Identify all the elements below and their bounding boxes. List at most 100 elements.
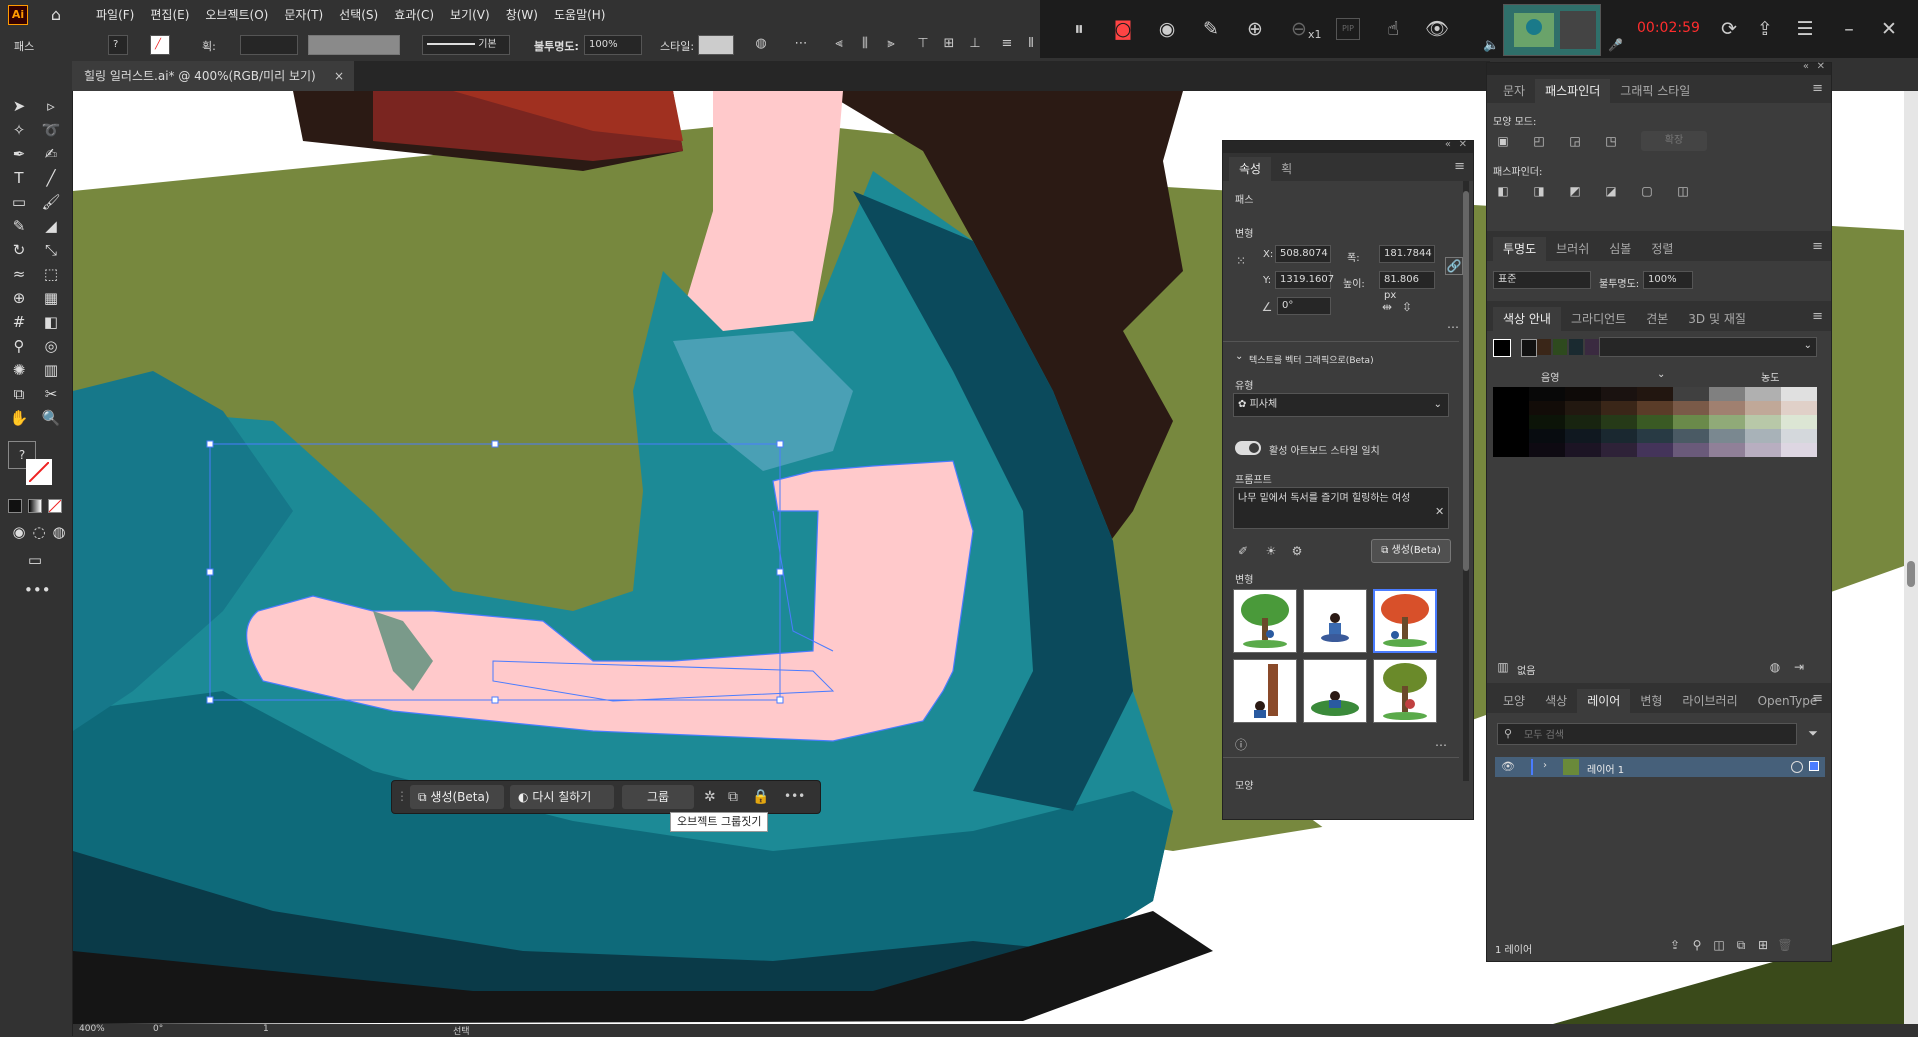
pause-icon[interactable]: ⏸: [1066, 16, 1092, 42]
harmony-swatch[interactable]: [1585, 339, 1599, 355]
prompt-field[interactable]: 나무 밑에서 독서를 즐기며 힐링하는 여성: [1233, 487, 1449, 529]
artboard-tool-icon[interactable]: ⧉: [8, 383, 30, 405]
tab-pathfinder[interactable]: 패스파인더: [1535, 79, 1611, 103]
align-left-icon[interactable]: ⫷: [832, 37, 846, 51]
home-icon[interactable]: ⌂: [46, 5, 66, 25]
tab-swatches[interactable]: 견본: [1636, 307, 1678, 331]
variation-thumbnail[interactable]: [1303, 589, 1367, 653]
menu-effect[interactable]: 효과(C): [386, 6, 442, 23]
align-to-icon[interactable]: ⋯: [794, 37, 808, 51]
camera-icon[interactable]: ◉: [1154, 16, 1180, 42]
collapse-icon[interactable]: «: [1445, 139, 1451, 150]
export-icon[interactable]: ⇪: [1667, 937, 1683, 953]
align-right-icon[interactable]: ⫸: [884, 37, 898, 51]
duplicate-icon[interactable]: ⧉: [728, 789, 738, 805]
eyedropper-icon[interactable]: ⚲: [8, 335, 30, 357]
scale-tool-icon[interactable]: ⤡: [40, 239, 62, 261]
edit-toolbar-icon[interactable]: •••: [24, 579, 51, 601]
tab-libraries[interactable]: 라이브러리: [1672, 689, 1747, 713]
paintbrush-icon[interactable]: 🖌: [40, 191, 62, 213]
opacity-field[interactable]: 100%: [1643, 271, 1693, 289]
height-field[interactable]: 81.806 px: [1379, 271, 1435, 301]
menu-window[interactable]: 창(W): [498, 6, 546, 23]
stroke-swatch[interactable]: ╱: [150, 35, 170, 55]
artboard-number[interactable]: 1: [263, 1024, 269, 1034]
rectangle-tool-icon[interactable]: ▭: [8, 191, 30, 213]
dock-close-icon[interactable]: ✕: [1817, 61, 1825, 72]
shape-builder-icon[interactable]: ⊕: [8, 287, 30, 309]
layers-search[interactable]: ⚲: [1497, 723, 1797, 745]
effects-icon[interactable]: ☀: [1263, 543, 1279, 559]
brush-definition[interactable]: 기본: [422, 35, 510, 55]
tab-gradient[interactable]: 그라디언트: [1561, 307, 1636, 331]
stop-icon[interactable]: ◙: [1110, 16, 1136, 42]
tab-color[interactable]: 색상: [1535, 689, 1577, 713]
intersect-icon[interactable]: ◲: [1567, 133, 1583, 149]
shaper-tool-icon[interactable]: ✎: [8, 215, 30, 237]
exclude-icon[interactable]: ◳: [1603, 133, 1619, 149]
y-field[interactable]: 1319.1607: [1275, 271, 1334, 289]
expand-chevron-icon[interactable]: ›: [1543, 760, 1547, 771]
crop-icon[interactable]: ◪: [1603, 183, 1619, 199]
variation-thumbnail[interactable]: [1373, 659, 1437, 723]
fill-swatch[interactable]: ?: [108, 35, 128, 55]
document-tab[interactable]: 힐링 일러스트.ai* @ 400%(RGB/미리 보기) ×: [72, 61, 354, 91]
new-layer-icon[interactable]: ⊞: [1755, 937, 1771, 953]
touch-icon[interactable]: ☝: [1380, 16, 1406, 42]
sample-style-icon[interactable]: ✐: [1235, 543, 1251, 559]
symbol-sprayer-icon[interactable]: ✺: [8, 359, 30, 381]
menu-edit[interactable]: 편집(E): [142, 6, 197, 23]
eraser-icon[interactable]: ◢: [40, 215, 62, 237]
harmony-swatch[interactable]: [1569, 339, 1583, 355]
minimize-icon[interactable]: –: [1836, 16, 1862, 42]
minus-front-icon[interactable]: ◰: [1531, 133, 1547, 149]
divide-icon[interactable]: ◧: [1495, 183, 1511, 199]
recolor-icon[interactable]: ◍: [754, 37, 768, 51]
gradient-tool-icon[interactable]: ◧: [40, 311, 62, 333]
color-guide-grid[interactable]: [1493, 387, 1817, 459]
distribute-h-icon[interactable]: ⦀: [1024, 37, 1038, 51]
align-top-icon[interactable]: ⊤: [916, 37, 930, 51]
menu-select[interactable]: 선택(S): [331, 6, 386, 23]
variation-thumbnail[interactable]: [1233, 659, 1297, 723]
gear-icon[interactable]: ⚙: [1289, 543, 1305, 559]
layer-row[interactable]: 👁 › 레이어 1: [1495, 757, 1825, 777]
tab-graphic-styles[interactable]: 그래픽 스타일: [1610, 79, 1700, 103]
width-field[interactable]: 181.7844: [1379, 245, 1435, 263]
rotate-field[interactable]: 0°: [1277, 297, 1331, 315]
rotation-field[interactable]: 0°: [153, 1024, 163, 1034]
distribute-icon[interactable]: ≡: [1000, 37, 1014, 51]
layers-search-input[interactable]: [1522, 726, 1786, 744]
clipping-mask-icon[interactable]: ◫: [1711, 937, 1727, 953]
menu-type[interactable]: 문자(T): [276, 6, 331, 23]
export-icon[interactable]: ⇪: [1752, 16, 1778, 42]
draw-inside-icon[interactable]: ◍: [48, 521, 70, 543]
constrain-proportions-icon[interactable]: 🔗: [1445, 257, 1463, 275]
stroke-color-box[interactable]: [26, 459, 52, 485]
visibility-eye-icon[interactable]: 👁: [1501, 760, 1515, 773]
flip-vertical-icon[interactable]: ⇳: [1399, 299, 1415, 315]
gradient-mode-icon[interactable]: [28, 499, 42, 513]
properties-scrollbar[interactable]: [1463, 181, 1469, 781]
mesh-tool-icon[interactable]: #: [8, 311, 30, 333]
pip-button[interactable]: PIP: [1336, 18, 1360, 40]
layer-name[interactable]: 레이어 1: [1587, 761, 1624, 776]
panel-menu-icon[interactable]: ≡: [1812, 691, 1823, 706]
hand-tool-icon[interactable]: ✋: [8, 407, 30, 429]
base-color-swatch[interactable]: [1493, 339, 1511, 357]
tab-brushes[interactable]: 브러쉬: [1546, 237, 1599, 261]
panel-menu-icon[interactable]: ≡: [1454, 159, 1465, 174]
blend-tool-icon[interactable]: ◎: [40, 335, 62, 357]
variation-thumbnail-selected[interactable]: [1373, 589, 1437, 653]
pencil-icon[interactable]: ✎: [1198, 16, 1224, 42]
harmony-rules-dropdown[interactable]: ⌄: [1599, 337, 1817, 357]
eye-icon[interactable]: 👁: [1424, 16, 1450, 42]
screen-mode-icon[interactable]: ▭: [24, 549, 46, 571]
direct-selection-tool-icon[interactable]: ▹: [40, 95, 62, 117]
settings-icon[interactable]: ☰: [1792, 16, 1818, 42]
locate-object-icon[interactable]: ⚲: [1689, 937, 1705, 953]
scrollbar-thumb[interactable]: [1907, 561, 1915, 587]
more-options-icon[interactable]: •••: [784, 789, 805, 803]
draw-mode-icon[interactable]: ◉: [8, 521, 30, 543]
menu-help[interactable]: 도움말(H): [546, 6, 614, 23]
